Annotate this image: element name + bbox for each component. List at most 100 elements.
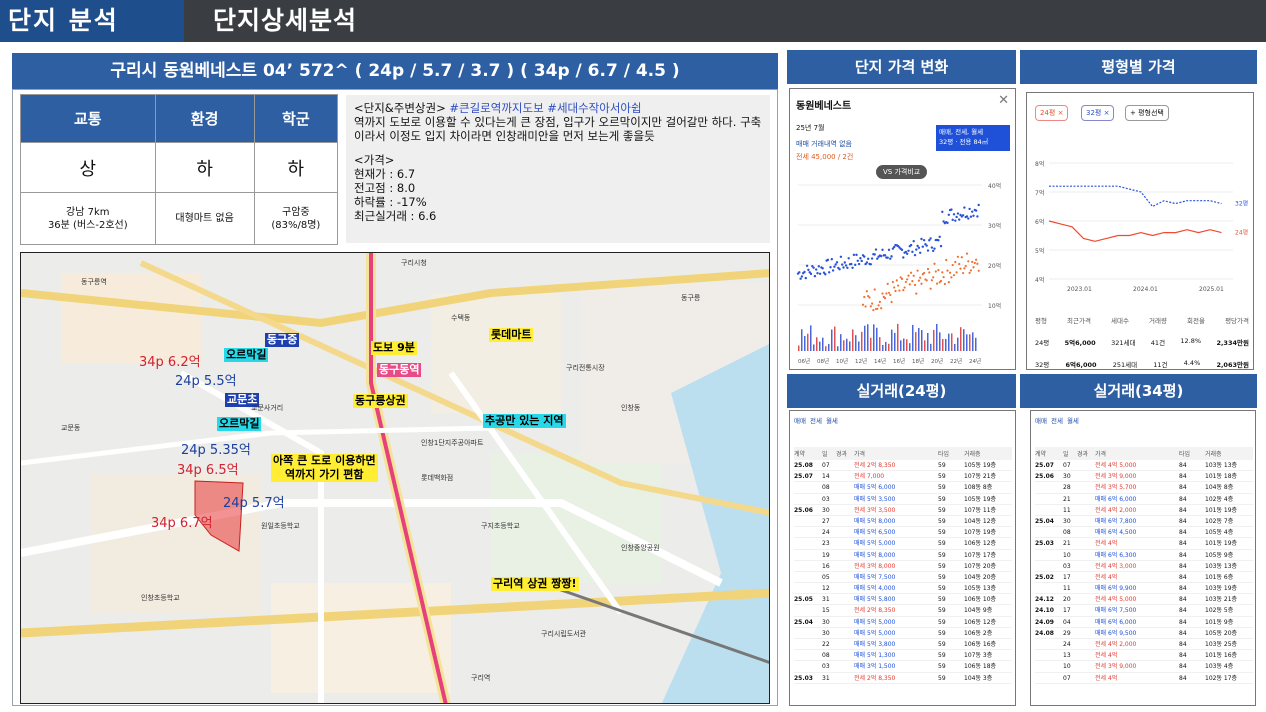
- volume-bar: [885, 341, 887, 351]
- grade-transport: 상: [20, 142, 156, 193]
- trade-cell: 24.08: [1035, 629, 1054, 637]
- trade-point: [958, 218, 961, 221]
- trade-point: [961, 214, 965, 217]
- trade-cell: 22: [822, 641, 830, 648]
- trade-tab[interactable]: 매매: [1035, 415, 1047, 425]
- trade-tabs[interactable]: 매매 전세 월세: [1035, 415, 1253, 425]
- map-place-14: 원일초등학교: [261, 522, 300, 530]
- trade-tabs[interactable]: 매매 전세 월세: [794, 415, 1012, 425]
- trade-point: [815, 268, 818, 271]
- volume-bar: [837, 346, 839, 351]
- jeonse-point: [947, 281, 950, 284]
- trade-point: [843, 261, 846, 264]
- trade-point: [873, 253, 876, 256]
- trade-cell: 103동 21층: [1205, 596, 1238, 604]
- td: 41건: [1150, 339, 1166, 347]
- trade-row: 12 매매 5억 4,000 59 105동 13층: [794, 583, 1012, 595]
- trade-point: [889, 257, 892, 260]
- trade-cell: 103동 13층: [1205, 562, 1238, 570]
- trade-point: [854, 263, 857, 267]
- trade-tab[interactable]: 전세: [1051, 415, 1063, 425]
- volume-bar: [882, 344, 884, 351]
- trade-cell: [836, 650, 854, 660]
- trade-cell: 07: [1063, 462, 1071, 469]
- y-tick-label: 5억: [1035, 247, 1044, 255]
- trade-point: [926, 249, 930, 252]
- trade-point: [887, 248, 891, 252]
- trade-row: 27 매매 5억 8,000 59 104동 12층: [794, 516, 1012, 528]
- volume-bar: [825, 346, 827, 351]
- trade-point: [798, 271, 801, 274]
- trade-row: 08 매매 6억 4,500 84 105동 4층: [1035, 527, 1253, 539]
- trade-point: [859, 257, 862, 260]
- trade-cell: 24.10: [1035, 607, 1054, 615]
- trade-cell: [1077, 538, 1095, 548]
- th-recent: 최근가격: [1067, 317, 1091, 325]
- map-place-13: 인창1단지주공아파트: [421, 439, 484, 447]
- trade-cell: 25.02: [1035, 573, 1054, 581]
- trade-cell: 103동 19층: [1205, 585, 1238, 593]
- trade-row: 25.05 31 매매 5억 5,800 59 106동 10층: [794, 594, 1012, 606]
- trade-cell: 08: [822, 652, 830, 660]
- jeonse-point: [891, 280, 894, 284]
- trade-cell: [1077, 494, 1095, 504]
- trade-cell: [1035, 661, 1063, 671]
- trade-cell: 30: [1063, 517, 1071, 525]
- trade-cell: 59: [938, 484, 946, 492]
- y-tick-label: 6억: [1035, 218, 1044, 226]
- jeonse-point: [933, 262, 936, 265]
- td: 5억6,000: [1064, 339, 1096, 347]
- trade-cell: 103동 13층: [1205, 462, 1238, 469]
- trade-point: [846, 266, 849, 270]
- trade-cell: 전세 3억 3,500: [854, 506, 896, 514]
- trade-cell: 전세 4억: [1095, 540, 1118, 548]
- trade-row: 15 전세 2억 8,350 59 104동 9층: [794, 605, 1012, 617]
- trade-point: [965, 215, 969, 218]
- head-size-price: 평형별 가격: [1020, 50, 1257, 84]
- trade-point: [886, 256, 889, 259]
- trade-cell: 59: [938, 629, 946, 637]
- trade-point: [830, 258, 833, 261]
- volume-bar: [831, 329, 833, 351]
- trade-cell: 59: [938, 506, 946, 514]
- trade-cell: [1077, 527, 1095, 537]
- trade-cell: 106동 10층: [964, 596, 997, 604]
- grade-school: 하: [253, 142, 339, 193]
- trade-cell: 매매 5억 7,500: [854, 573, 896, 581]
- volume-bar: [888, 343, 890, 351]
- trade-cell: 107동 21층: [964, 473, 997, 481]
- trade-point: [930, 246, 934, 249]
- trade-point: [800, 275, 804, 278]
- trade-cell: [794, 572, 822, 582]
- price-history-panel: 동원베네스트 ✕ 25년 7월 매매 거래내역 없음 전세 45,000 / 2…: [789, 88, 1016, 370]
- trade-cell: 매매 5억 1,300: [854, 652, 896, 660]
- trade-point: [869, 263, 872, 266]
- trade-cell: 25.05: [794, 596, 813, 604]
- volume-bar: [930, 343, 932, 351]
- volume-bar: [807, 333, 809, 351]
- trade-tab[interactable]: 월세: [1067, 415, 1079, 425]
- trade-point: [826, 258, 830, 262]
- trade-row: 23 매매 5억 5,000 59 106동 12층: [794, 538, 1012, 550]
- trade-row: 03 전세 4억 3,000 84 103동 13층: [1035, 561, 1253, 572]
- volume-bar: [846, 338, 848, 351]
- trade-cell: 25.04: [794, 618, 813, 626]
- trade-cell: 15: [822, 607, 830, 615]
- volume-bar: [822, 337, 824, 351]
- jeonse-point: [920, 282, 923, 285]
- td: 4.4%: [1183, 359, 1201, 367]
- jeonse-point: [902, 289, 905, 292]
- trade-cell: 전세 2억 8,350: [854, 462, 896, 469]
- trade-tab[interactable]: 전세: [810, 415, 822, 425]
- trade-cell: 전세 4억 2,000: [1095, 506, 1137, 514]
- area-map[interactable]: 동구중 오르막길 도보 9분 롯데마트 동구동역 교문초 오르막길 동구릉상권 …: [20, 252, 770, 704]
- trade-cell: 25.03: [1035, 540, 1054, 548]
- trade-cell: [1077, 471, 1095, 481]
- trade-row: 24.08 29 매매 6억 9,500 84 105동 20층: [1035, 628, 1253, 639]
- trade-tab[interactable]: 매매: [794, 415, 806, 425]
- trade-point: [956, 212, 960, 215]
- th-turnover: 회전율: [1187, 317, 1205, 325]
- trade-tab[interactable]: 월세: [826, 415, 838, 425]
- trade-cell: [836, 605, 854, 615]
- jeonse-point: [952, 274, 956, 277]
